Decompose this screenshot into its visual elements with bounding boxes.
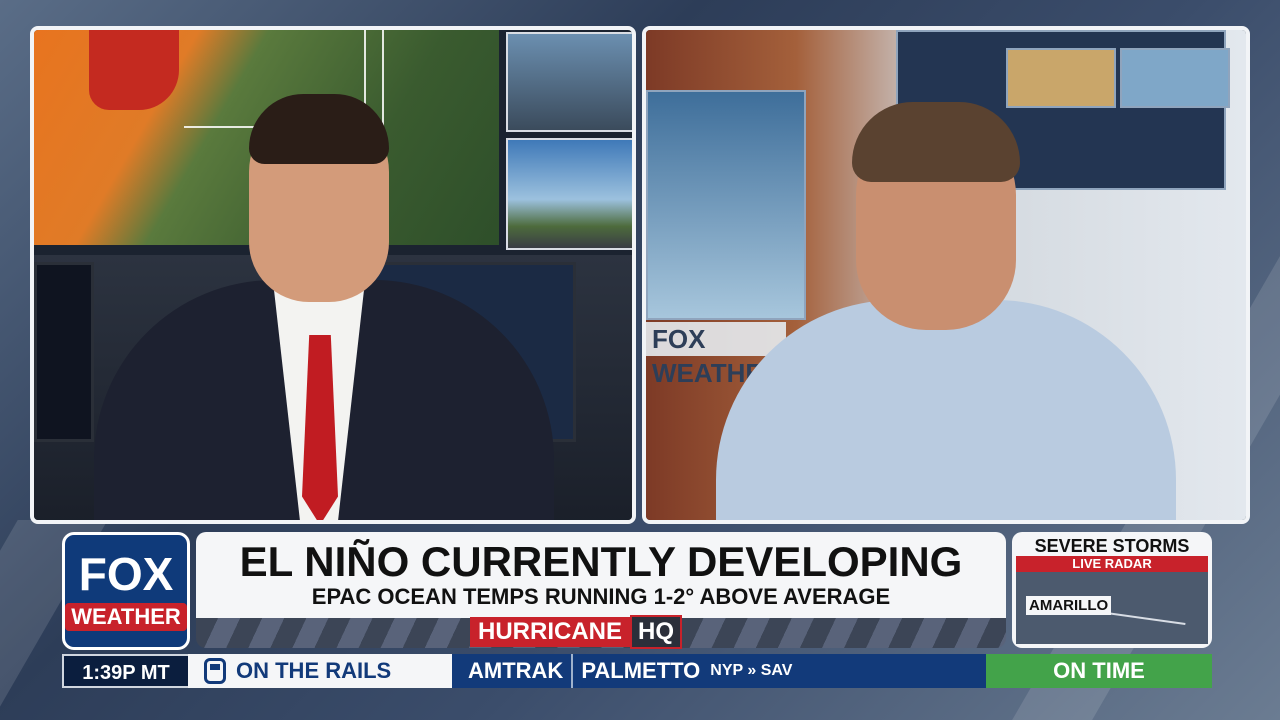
ticker-topic: ON THE RAILS (188, 654, 452, 688)
ticker-topic-label: ON THE RAILS (236, 658, 392, 683)
ticker-status: ON TIME (986, 654, 1212, 688)
left-video-panel (30, 26, 636, 524)
studio-wall-screen (646, 90, 806, 320)
news-ticker: 1:39P MT ON THE RAILS AMTRAK PALMETTO NY… (62, 654, 1212, 688)
ticker-route-detail: NYP » SAV (710, 662, 793, 679)
radar-map: AMARILLO (1016, 572, 1208, 644)
storm-warning-area (89, 30, 179, 110)
guest-hair (852, 102, 1020, 182)
ticker-time: 1:39P MT (62, 654, 188, 688)
headline-subtitle: EPAC OCEAN TEMPS RUNNING 1-2° ABOVE AVER… (311, 584, 891, 609)
radar-title: SEVERE STORMS (1034, 536, 1190, 556)
headline-title: EL NIÑO CURRENTLY DEVELOPING (239, 538, 963, 585)
show-tag: HURRICANE HQ (470, 615, 682, 649)
headline-box: EL NIÑO CURRENTLY DEVELOPING EPAC OCEAN … (196, 532, 1006, 618)
studio-sign: FOX WEATHER (646, 322, 786, 388)
logo-fox-text: FOX (78, 548, 174, 600)
sky-thumbnail (506, 138, 632, 250)
fox-weather-logo: FOX WEATHER (62, 532, 190, 650)
radar-city-label: AMARILLO (1026, 596, 1112, 615)
live-radar-box: SEVERE STORMS LIVE RADAR AMARILLO (1012, 532, 1212, 648)
logo-weather-text: WEATHER (65, 603, 187, 631)
ticker-divider (571, 654, 574, 688)
ticker-body: AMTRAK PALMETTO NYP » SAV (452, 654, 986, 688)
studio-wall-screen (1120, 48, 1230, 108)
newsroom-monitor (34, 262, 94, 442)
studio-thumbnail (506, 32, 632, 132)
show-tag-hurricane: HURRICANE (470, 617, 630, 647)
anchor-hair (249, 94, 389, 164)
studio-wall-screen (1006, 48, 1116, 108)
show-tag-hq: HQ (630, 615, 682, 649)
right-video-panel: FOX WEATHER (642, 26, 1250, 524)
radar-live-label: LIVE RADAR (1016, 556, 1208, 572)
ticker-route: PALMETTO (581, 658, 701, 683)
ticker-carrier: AMTRAK (468, 658, 564, 683)
train-icon (204, 658, 226, 684)
